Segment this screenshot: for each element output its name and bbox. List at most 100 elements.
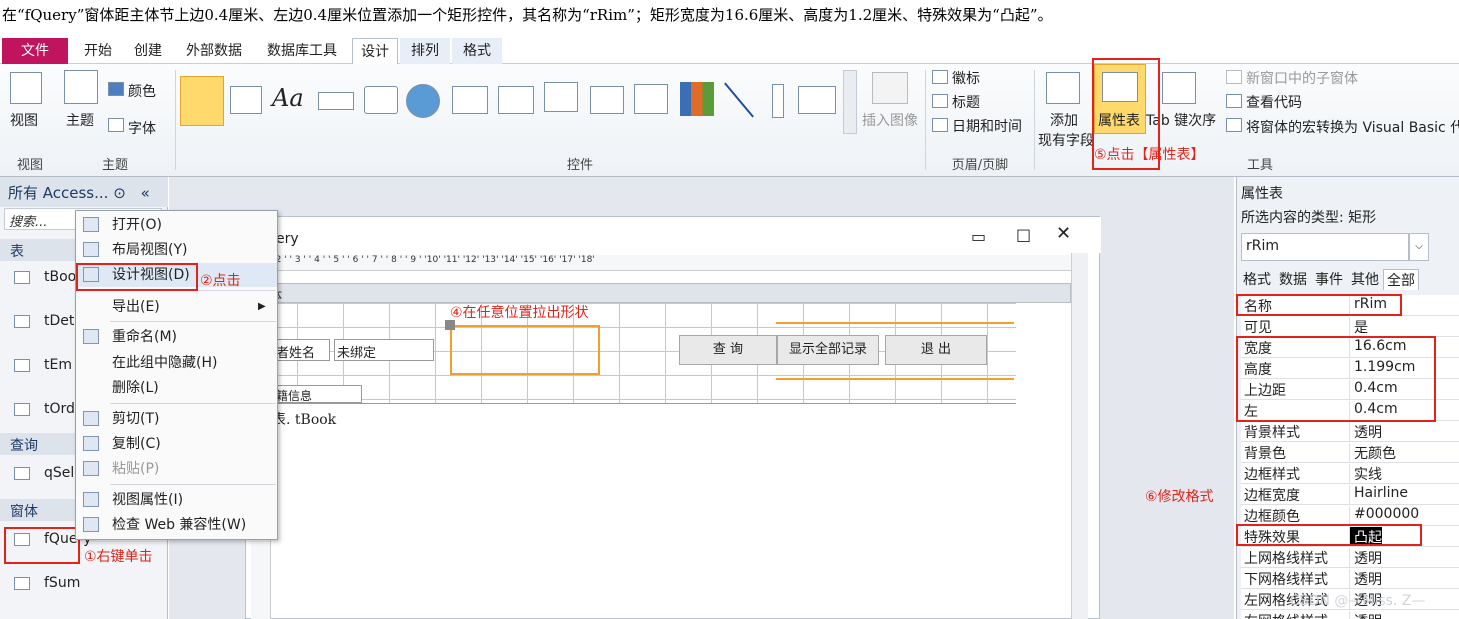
list-box-icon[interactable] xyxy=(798,86,836,114)
option-group-icon[interactable] xyxy=(544,82,578,112)
menu-item-copy[interactable]: 复制(C) xyxy=(76,432,277,456)
theme-button[interactable]: 主题 xyxy=(66,110,94,130)
fonts-button[interactable]: 字体 xyxy=(128,118,156,138)
close-icon[interactable]: ✕ xyxy=(1056,223,1071,244)
nav-header[interactable]: 所有 Access... ⊙ « xyxy=(0,177,168,207)
property-row[interactable]: 边框样式 实线 xyxy=(1241,463,1459,484)
menu-item-check-web[interactable]: 检查 Web 兼容性(W) xyxy=(76,513,277,537)
view-button[interactable]: 视图 xyxy=(10,110,38,130)
tab-other-props[interactable]: 其他 xyxy=(1351,269,1379,289)
view-code-icon xyxy=(1226,94,1242,108)
line-control-icon[interactable] xyxy=(724,82,754,118)
menu-item-view-properties[interactable]: 视图属性(I) xyxy=(76,488,277,512)
new-subform-button[interactable]: 新窗口中的子窗体 xyxy=(1246,68,1358,88)
author-textbox[interactable]: 未绑定 xyxy=(334,339,434,361)
property-row[interactable]: 右网格线样式透明 xyxy=(1241,610,1459,619)
menu-item-open[interactable]: 打开(O) xyxy=(76,213,277,237)
drawn-rectangle[interactable] xyxy=(450,325,600,375)
tab-control-icon[interactable] xyxy=(364,86,398,114)
label-control-icon[interactable]: Aa xyxy=(272,84,304,112)
nav-item-query[interactable]: qSel xyxy=(14,465,74,489)
property-value[interactable]: 无颜色 xyxy=(1349,443,1459,462)
insert-image-button[interactable]: 插入图像 xyxy=(862,110,918,130)
combo-box-icon[interactable] xyxy=(634,84,668,114)
title-button[interactable]: 标题 xyxy=(952,92,980,112)
nav-item-table[interactable]: tDet xyxy=(14,313,74,337)
restore-icon[interactable]: □ xyxy=(1016,225,1031,244)
property-row[interactable]: 背景样式 透明 xyxy=(1241,421,1459,442)
vertical-scrollbar[interactable] xyxy=(1071,253,1088,619)
property-value[interactable]: #000000 xyxy=(1349,506,1459,525)
object-selector[interactable]: rRim xyxy=(1241,233,1409,261)
tab-format[interactable]: 格式 xyxy=(452,38,502,64)
minimize-icon[interactable]: ▭ xyxy=(971,227,986,246)
datetime-button[interactable]: 日期和时间 xyxy=(952,116,1022,136)
detail-section-bar[interactable]: 主体 xyxy=(251,283,1071,304)
menu-item-paste[interactable]: 粘贴(P) xyxy=(76,457,277,481)
view-code-button[interactable]: 查看代码 xyxy=(1246,92,1302,112)
tab-external-data[interactable]: 外部数据 xyxy=(178,38,250,64)
property-row[interactable]: 边框颜色 #000000 xyxy=(1241,505,1459,526)
convert-macro-button[interactable]: 将窗体的宏转换为 Visual Basic 代 xyxy=(1246,117,1459,137)
group-label-header-footer: 页眉/页脚 xyxy=(951,158,1009,173)
chart-icon[interactable] xyxy=(680,82,714,116)
query-button[interactable]: 查 询 xyxy=(679,335,777,365)
form-design-window: ery ▭ □ ✕ ' 1 ' ' 2 ' ' 3 ' ' 4 ' ' 5 ' … xyxy=(245,216,1101,619)
tab-arrange[interactable]: 排列 xyxy=(400,38,450,64)
menu-item-delete[interactable]: 删除(L) xyxy=(76,376,277,400)
property-value[interactable]: 透明 xyxy=(1349,611,1459,619)
select-pointer-icon[interactable] xyxy=(180,76,224,126)
nav-item-table[interactable]: tBoo xyxy=(14,269,76,293)
property-row[interactable]: 可见 是 xyxy=(1241,316,1459,337)
property-value[interactable]: Hairline xyxy=(1349,485,1459,504)
property-row[interactable]: 上网格线样式 透明 xyxy=(1241,547,1459,568)
hyperlink-globe-icon[interactable] xyxy=(406,84,440,118)
property-row[interactable]: 背景色 无颜色 xyxy=(1241,442,1459,463)
textbox-control-icon[interactable] xyxy=(230,86,262,114)
property-value[interactable]: 透明 xyxy=(1349,548,1459,567)
property-row[interactable]: 边框宽度 Hairline xyxy=(1241,484,1459,505)
menu-item-export[interactable]: 导出(E) ▶ xyxy=(76,295,277,319)
tab-file[interactable]: 文件 xyxy=(2,38,68,64)
collapse-icon[interactable]: « xyxy=(141,184,150,202)
group-label-view: 视图 xyxy=(16,158,43,173)
chevron-down-icon[interactable]: ⊙ xyxy=(113,184,126,202)
new-subform-icon xyxy=(1226,70,1242,84)
add-existing-fields-label-1[interactable]: 添加 xyxy=(1050,110,1078,130)
form-title-bar: ery ▭ □ ✕ xyxy=(246,217,1101,253)
tab-all-props[interactable]: 全部 xyxy=(1383,269,1419,290)
ribbon: 视图 主题 颜色 字体 Aa 插入图像 控件 视图 主题 徽标 标题 日期和时间… xyxy=(0,64,1459,177)
property-value[interactable]: 透明 xyxy=(1349,569,1459,588)
nav-item-table[interactable]: tOrd xyxy=(14,401,75,425)
view-icon xyxy=(10,72,42,104)
tab-database-tools[interactable]: 数据库工具 xyxy=(258,38,346,64)
tab-design[interactable]: 设计 xyxy=(352,38,398,64)
gallery-scroll[interactable] xyxy=(843,70,857,134)
toggle-button-icon[interactable] xyxy=(772,84,784,118)
menu-item-layout-view[interactable]: 布局视图(Y) xyxy=(76,238,277,262)
logo-icon xyxy=(932,70,948,84)
menu-item-rename[interactable]: 重命名(M) xyxy=(76,325,277,349)
property-row[interactable]: 下网格线样式 透明 xyxy=(1241,568,1459,589)
tab-format-props[interactable]: 格式 xyxy=(1243,269,1271,289)
tab-create[interactable]: 创建 xyxy=(126,38,170,64)
colors-button[interactable]: 颜色 xyxy=(128,81,156,101)
logo-button[interactable]: 徽标 xyxy=(952,68,980,88)
property-value[interactable]: 透明 xyxy=(1349,422,1459,441)
button-control-icon[interactable] xyxy=(318,92,354,110)
menu-item-cut[interactable]: 剪切(T) xyxy=(76,407,277,431)
tab-event-props[interactable]: 事件 xyxy=(1315,269,1343,289)
web-browser-control-icon[interactable] xyxy=(452,86,488,114)
nav-item-table[interactable]: tEm xyxy=(14,357,72,381)
property-value[interactable]: 实线 xyxy=(1349,464,1459,483)
nav-item-label: fSum xyxy=(44,575,81,591)
page-break-icon[interactable] xyxy=(590,86,624,114)
chevron-down-icon[interactable]: ⌵ xyxy=(1409,233,1429,261)
add-existing-fields-label-2[interactable]: 现有字段 xyxy=(1038,130,1094,150)
menu-item-hide[interactable]: 在此组中隐藏(H) xyxy=(76,351,277,375)
tab-data-props[interactable]: 数据 xyxy=(1279,269,1307,289)
tab-home[interactable]: 开始 xyxy=(76,38,120,64)
nav-item-form-fsum[interactable]: fSum xyxy=(14,575,80,599)
property-value[interactable]: 是 xyxy=(1349,317,1459,336)
navigation-control-icon[interactable] xyxy=(498,86,534,114)
